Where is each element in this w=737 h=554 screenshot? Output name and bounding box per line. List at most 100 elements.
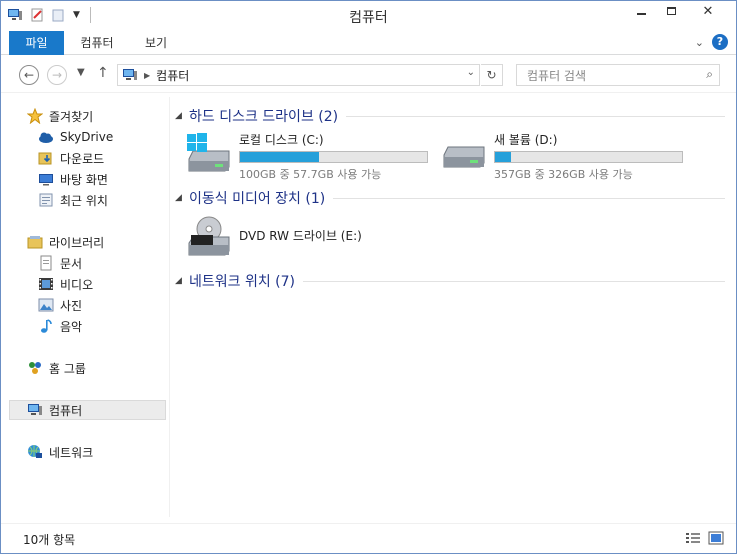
title-bar: ▼ 컴퓨터 ✕ (1, 1, 736, 31)
drive-details: DVD RW 드라이브 (E:) (239, 215, 362, 263)
close-button[interactable]: ✕ (686, 1, 730, 21)
forward-button[interactable]: → (47, 65, 67, 85)
recent-places-icon (39, 193, 53, 207)
tab-view[interactable]: 보기 (131, 31, 181, 55)
ribbon-right-controls: ⌄ ? (695, 34, 728, 50)
nav-label: 문서 (60, 256, 83, 271)
content-pane: ◢ 하드 디스크 드라이브 (2) 로컬 디스크 (C:) 100GB 중 57… (175, 101, 725, 521)
nav-recent-places[interactable]: 최근 위치 (38, 190, 166, 210)
drive-details: 로컬 디스크 (C:) 100GB 중 57.7GB 사용 가능 (239, 131, 428, 181)
usage-bar (239, 151, 428, 163)
recent-locations-icon[interactable]: ▼ (77, 67, 85, 78)
group-title: 네트워크 위치 (7) (189, 274, 296, 290)
free-space: 100GB 중 57.7GB 사용 가능 (239, 168, 382, 181)
nav-documents[interactable]: 문서 (38, 253, 166, 273)
search-placeholder: 컴퓨터 검색 (527, 68, 587, 83)
computer-icon (28, 404, 42, 415)
nav-homegroup[interactable]: 홈 그룹 (27, 358, 166, 378)
drive-e[interactable]: DVD RW 드라이브 (E:) (185, 215, 435, 263)
nav-pictures[interactable]: 사진 (38, 295, 166, 315)
tab-computer[interactable]: 컴퓨터 (67, 31, 127, 55)
desktop-icon (39, 174, 53, 186)
nav-downloads[interactable]: 다운로드 (38, 148, 166, 168)
group-title: 이동식 미디어 장치 (1) (189, 191, 326, 207)
usage-bar-fill (495, 152, 512, 162)
address-dropdown-icon[interactable]: ⌄ (467, 67, 475, 78)
refresh-button[interactable]: ↻ (481, 64, 503, 86)
group-divider (346, 115, 725, 117)
search-input[interactable]: 컴퓨터 검색 ⌕ (516, 64, 720, 86)
group-header-hdd[interactable]: ◢ 하드 디스크 드라이브 (2) (175, 106, 725, 126)
computer-icon (123, 69, 137, 80)
breadcrumb-chevron-icon[interactable]: ▶ (144, 71, 150, 80)
maximize-icon (666, 7, 676, 15)
document-icon (40, 255, 52, 271)
video-icon (39, 278, 53, 290)
group-header-network[interactable]: ◢ 네트워크 위치 (7) (175, 271, 725, 291)
nav-network[interactable]: 네트워크 (27, 442, 166, 462)
group-divider (333, 197, 725, 199)
picture-icon (38, 298, 54, 312)
breadcrumb-computer[interactable]: 컴퓨터 (156, 67, 189, 84)
nav-label: 홈 그룹 (49, 361, 86, 376)
details-view-icon[interactable] (685, 531, 701, 545)
large-icons-view-icon[interactable] (708, 531, 724, 545)
network-icon (28, 445, 42, 458)
nav-label: 음악 (60, 319, 83, 334)
nav-videos[interactable]: 비디오 (38, 274, 166, 294)
drive-c[interactable]: 로컬 디스크 (C:) 100GB 중 57.7GB 사용 가능 (185, 131, 435, 181)
nav-label: 바탕 화면 (60, 172, 108, 187)
nav-label: 다운로드 (60, 151, 105, 166)
status-bar: 10개 항목 (1, 523, 736, 553)
search-icon[interactable]: ⌕ (706, 67, 713, 82)
usage-bar-fill (240, 152, 320, 162)
nav-label: 사진 (60, 298, 83, 313)
pane-divider[interactable] (169, 97, 170, 517)
nav-label: 네트워크 (49, 445, 94, 460)
downloads-folder-icon (38, 152, 52, 165)
nav-label: 즐겨찾기 (49, 109, 94, 124)
drive-details: 새 볼륨 (D:) 357GB 중 326GB 사용 가능 (494, 131, 683, 181)
tab-file[interactable]: 파일 (9, 31, 64, 55)
collapse-triangle-icon[interactable]: ◢ (175, 276, 189, 286)
nav-label: 컴퓨터 (49, 403, 83, 418)
nav-desktop[interactable]: 바탕 화면 (38, 169, 166, 189)
nav-label: 비디오 (60, 277, 94, 292)
drive-name: DVD RW 드라이브 (E:) (239, 229, 362, 243)
close-icon: ✕ (702, 3, 714, 19)
help-icon[interactable]: ? (712, 34, 728, 50)
ribbon-tabs: 파일 컴퓨터 보기 ⌄ ? (1, 31, 736, 55)
group-header-removable[interactable]: ◢ 이동식 미디어 장치 (1) (175, 188, 725, 208)
window-controls: ✕ (626, 1, 730, 21)
cloud-icon (39, 132, 53, 143)
nav-music[interactable]: 음악 (38, 316, 166, 336)
drive-d[interactable]: 새 볼륨 (D:) 357GB 중 326GB 사용 가능 (440, 131, 690, 181)
music-note-icon (41, 319, 52, 333)
group-title: 하드 디스크 드라이브 (2) (189, 109, 339, 125)
nav-skydrive[interactable]: SkyDrive (38, 127, 166, 147)
free-space: 357GB 중 326GB 사용 가능 (494, 168, 633, 181)
group-divider (303, 280, 725, 282)
navigation-bar: ← → ▼ ↑ ▶ 컴퓨터 ⌄ ↻ 컴퓨터 검색 ⌕ (1, 57, 736, 93)
expand-ribbon-icon[interactable]: ⌄ (695, 36, 704, 49)
windows-drive-icon (187, 133, 230, 172)
collapse-triangle-icon[interactable]: ◢ (175, 193, 189, 203)
hard-drive-icon (443, 146, 485, 168)
item-count: 10개 항목 (23, 533, 76, 547)
navigation-pane: 즐겨찾기 SkyDrive 다운로드 바탕 화면 최근 위치 라이브러리 문서 (9, 101, 167, 521)
collapse-triangle-icon[interactable]: ◢ (175, 111, 189, 121)
up-arrow-icon[interactable]: ↑ (97, 65, 109, 81)
minimize-button[interactable] (626, 1, 656, 21)
address-bar[interactable]: ▶ 컴퓨터 ⌄ (117, 64, 480, 86)
nav-libraries[interactable]: 라이브러리 (27, 232, 166, 252)
refresh-icon: ↻ (486, 68, 497, 82)
back-arrow-icon: ← (23, 68, 35, 82)
star-icon (27, 108, 43, 124)
usage-bar (494, 151, 683, 163)
explorer-window: ▼ 컴퓨터 ✕ 파일 컴퓨터 보기 ⌄ ? ← → ▼ ↑ ▶ 컴퓨터 ⌄ ↻ (0, 0, 737, 554)
nav-favorites[interactable]: 즐겨찾기 (27, 106, 166, 126)
maximize-button[interactable] (656, 1, 686, 21)
nav-computer[interactable]: 컴퓨터 (9, 400, 166, 420)
back-button[interactable]: ← (19, 65, 39, 85)
nav-label: 라이브러리 (49, 235, 105, 250)
